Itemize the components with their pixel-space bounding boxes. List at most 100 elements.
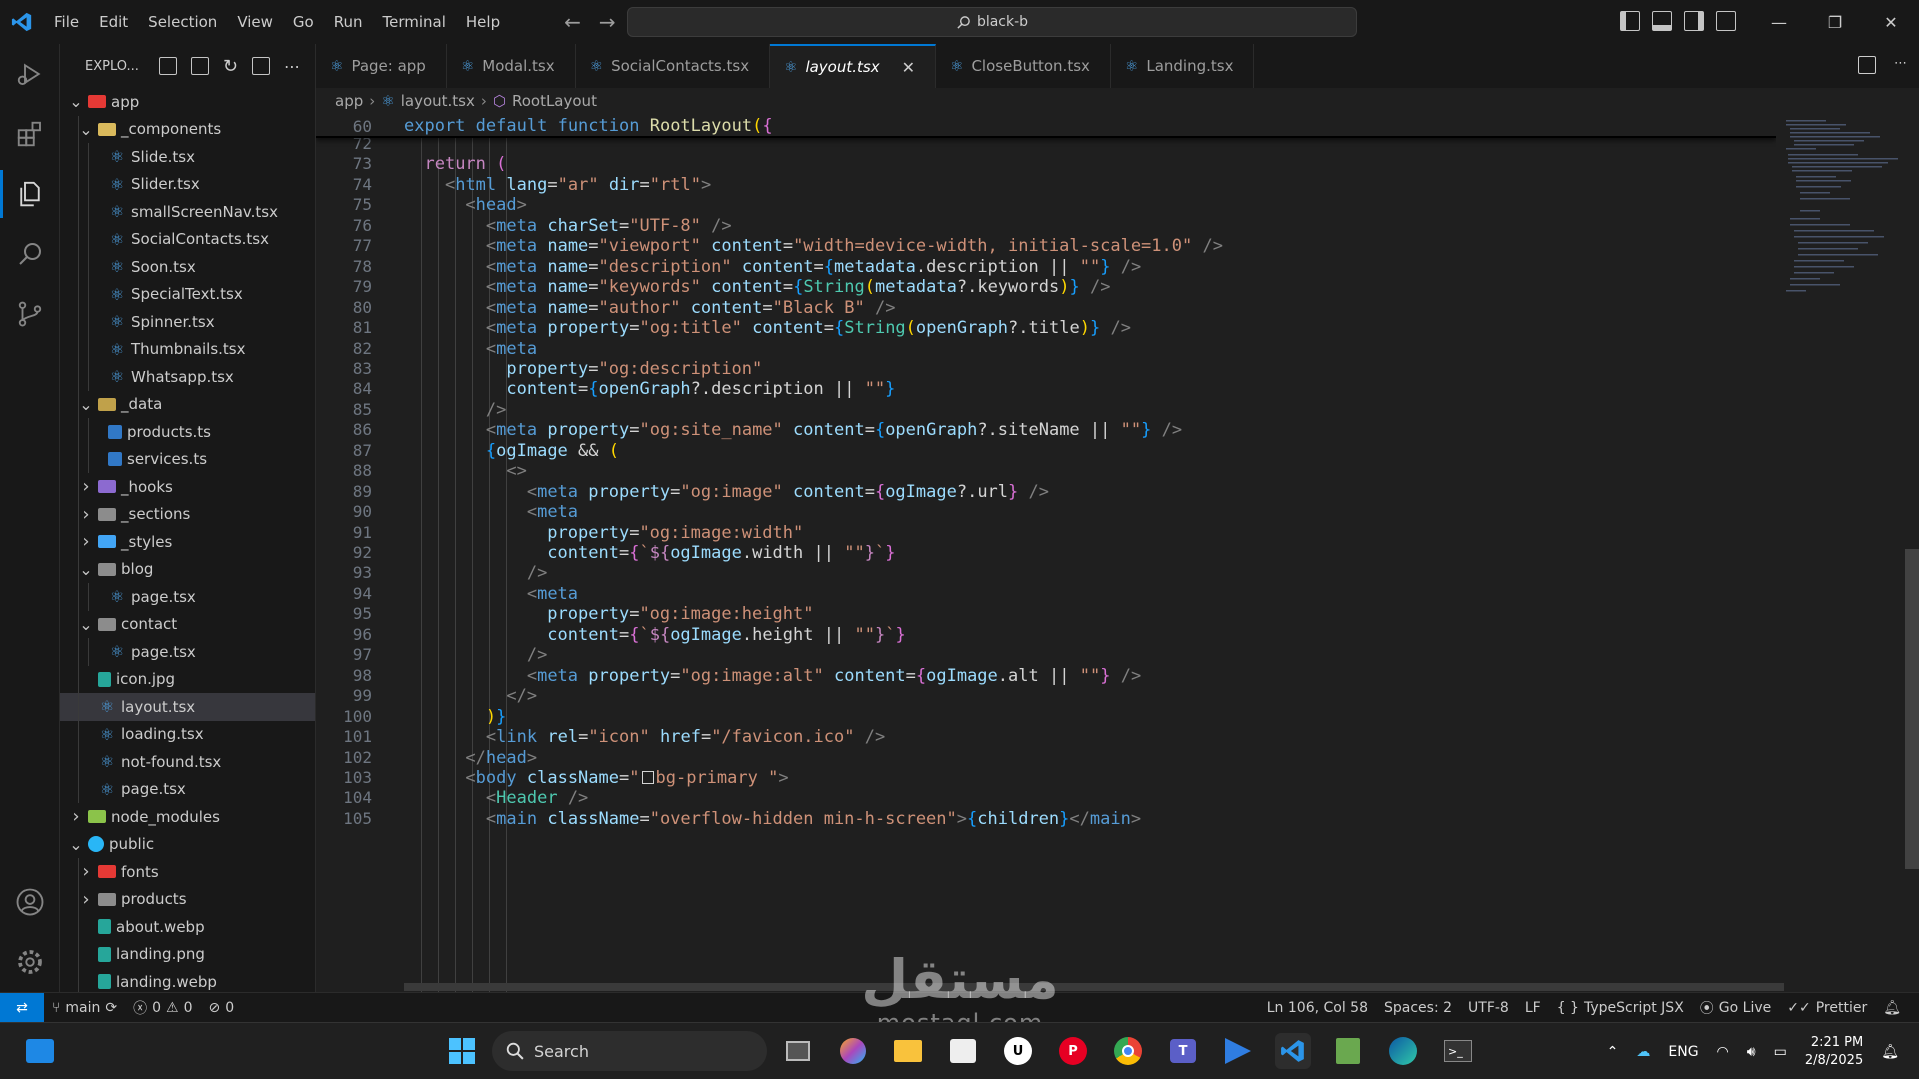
widgets-icon[interactable]	[22, 1033, 58, 1069]
chevron-right-icon[interactable]: ›	[78, 861, 94, 882]
sticky-scroll-line[interactable]: 60 export default function RootLayout({	[316, 114, 1776, 138]
tree-folder[interactable]: › products	[60, 885, 315, 913]
code-line[interactable]: 91 property="og:image:width"	[316, 523, 1776, 543]
tree-folder[interactable]: ⌄ public	[60, 831, 315, 859]
code-line[interactable]: 95 property="og:image:height"	[316, 604, 1776, 624]
close-window-icon[interactable]: ✕	[1863, 0, 1919, 44]
code-line[interactable]: 101 <link rel="icon" href="/favicon.ico"…	[316, 727, 1776, 747]
menu-view[interactable]: View	[227, 0, 283, 44]
search-view-icon[interactable]	[0, 224, 60, 284]
chrome-icon[interactable]	[1110, 1033, 1146, 1069]
code-line[interactable]: 86 <meta property="og:site_name" content…	[316, 420, 1776, 440]
split-editor-icon[interactable]	[1858, 56, 1876, 74]
tree-file[interactable]: ⚛ not-found.tsx	[60, 748, 315, 776]
code-line[interactable]: 97 />	[316, 645, 1776, 665]
breadcrumb-symbol[interactable]: RootLayout	[512, 92, 597, 110]
code-line[interactable]: 102 </head>	[316, 748, 1776, 768]
chevron-right-icon[interactable]: ›	[78, 889, 94, 910]
command-center-search[interactable]: black-b	[627, 7, 1357, 37]
edge-icon[interactable]	[1385, 1033, 1421, 1069]
app-u-icon[interactable]: U	[1000, 1033, 1036, 1069]
code-line[interactable]: 75 <head>	[316, 195, 1776, 215]
code-line[interactable]: 76 <meta charSet="UTF-8" />	[316, 216, 1776, 236]
editor-tab[interactable]: ⚛ SocialContacts.tsx	[576, 44, 771, 88]
indentation[interactable]: Spaces: 2	[1376, 1000, 1460, 1016]
explorer-icon[interactable]	[0, 164, 60, 224]
chevron-right-icon[interactable]: ›	[78, 504, 94, 525]
chevron-down-icon[interactable]: ⌄	[68, 835, 84, 854]
chevron-down-icon[interactable]: ⌄	[78, 395, 94, 414]
code-line[interactable]: 105 <main className="overflow-hidden min…	[316, 809, 1776, 829]
tree-folder[interactable]: › node_modules	[60, 803, 315, 831]
code-line[interactable]: 93 />	[316, 563, 1776, 583]
code-line[interactable]: 100 )}	[316, 707, 1776, 727]
code-line[interactable]: 79 <meta name="keywords" content={String…	[316, 277, 1776, 297]
tree-file[interactable]: ⚛ SocialContacts.tsx	[60, 225, 315, 253]
tree-file[interactable]: ⚛ SpecialText.tsx	[60, 280, 315, 308]
menu-edit[interactable]: Edit	[89, 0, 138, 44]
code-line[interactable]: 99 </>	[316, 686, 1776, 706]
code-line[interactable]: 92 content={`${ogImage.width || ""}`}	[316, 543, 1776, 563]
power-automate-icon[interactable]	[1220, 1033, 1256, 1069]
editor-more-actions-icon[interactable]: ⋯	[1894, 56, 1907, 74]
toggle-panel-icon[interactable]	[1652, 11, 1672, 31]
show-hidden-icons-icon[interactable]: ⌃	[1607, 1044, 1619, 1060]
tree-file[interactable]: about.webp	[60, 913, 315, 941]
task-view-icon[interactable]	[780, 1033, 816, 1069]
battery-icon[interactable]: ▭	[1774, 1044, 1787, 1060]
chevron-down-icon[interactable]: ⌄	[78, 120, 94, 139]
branch-indicator[interactable]: ⑂ main ⟳	[44, 1000, 125, 1016]
code-line[interactable]: 104 <Header />	[316, 788, 1776, 808]
tree-folder[interactable]: ⌄ _components	[60, 115, 315, 143]
tree-file[interactable]: ⚛ layout.tsx	[60, 693, 315, 721]
tree-file[interactable]: products.ts	[60, 418, 315, 446]
go-live-button[interactable]: ⦿ Go Live	[1692, 998, 1779, 1018]
customize-layout-icon[interactable]	[1716, 11, 1736, 31]
menu-selection[interactable]: Selection	[138, 0, 227, 44]
tree-file[interactable]: ⚛ Whatsapp.tsx	[60, 363, 315, 391]
menu-terminal[interactable]: Terminal	[373, 0, 456, 44]
scrollbar-thumb[interactable]	[1905, 549, 1919, 869]
code-line[interactable]: 84 content={openGraph?.description || ""…	[316, 379, 1776, 399]
code-line[interactable]: 82 <meta	[316, 339, 1776, 359]
volume-icon[interactable]: 🔊︎	[1747, 1044, 1756, 1060]
notifications-bell-icon[interactable]: 🔔︎	[1875, 1000, 1909, 1016]
tree-file[interactable]: ⚛ Thumbnails.tsx	[60, 335, 315, 363]
chevron-right-icon[interactable]: ›	[68, 806, 84, 827]
minimap[interactable]	[1776, 114, 1904, 992]
prettier-button[interactable]: ✓✓ Prettier	[1779, 1000, 1875, 1016]
tree-folder[interactable]: › _sections	[60, 500, 315, 528]
tree-folder[interactable]: ⌄ blog	[60, 555, 315, 583]
editor-tab[interactable]: ⚛ Modal.tsx	[447, 44, 576, 88]
tree-file[interactable]: ⚛ Soon.tsx	[60, 253, 315, 281]
vertical-scrollbar[interactable]	[1905, 114, 1919, 992]
tree-file[interactable]: ⚛ Spinner.tsx	[60, 308, 315, 336]
code-line[interactable]: 78 <meta name="description" content={met…	[316, 257, 1776, 277]
tree-file[interactable]: ⚛ page.tsx	[60, 775, 315, 803]
more-actions-icon[interactable]: ⋯	[284, 57, 300, 76]
code-line[interactable]: 77 <meta name="viewport" content="width=…	[316, 236, 1776, 256]
refresh-icon[interactable]: ↻	[223, 56, 238, 77]
tree-file[interactable]: icon.jpg	[60, 665, 315, 693]
tree-file[interactable]: services.ts	[60, 445, 315, 473]
tree-folder[interactable]: › _hooks	[60, 473, 315, 501]
code-line[interactable]: 81 <meta property="og:title" content={St…	[316, 318, 1776, 338]
code-line[interactable]: 87 {ogImage && (	[316, 441, 1776, 461]
tree-folder[interactable]: ⌄ _data	[60, 390, 315, 418]
forward-arrow-icon[interactable]: →	[599, 10, 616, 34]
menu-file[interactable]: File	[44, 0, 89, 44]
source-control-icon[interactable]	[0, 284, 60, 344]
taskbar-search-box[interactable]: Search	[492, 1031, 767, 1071]
breadcrumb-folder[interactable]: app	[335, 92, 363, 110]
code-editor[interactable]: 60 export default function RootLayout({72…	[316, 114, 1776, 992]
toggle-secondary-sidebar-icon[interactable]	[1684, 11, 1704, 31]
breadcrumb-file[interactable]: layout.tsx	[401, 92, 475, 110]
code-line[interactable]: 89 <meta property="og:image" content={og…	[316, 482, 1776, 502]
code-line[interactable]: 73 return (	[316, 154, 1776, 174]
menu-run[interactable]: Run	[324, 0, 373, 44]
code-line[interactable]: 94 <meta	[316, 584, 1776, 604]
tree-folder[interactable]: › fonts	[60, 858, 315, 886]
toggle-primary-sidebar-icon[interactable]	[1620, 11, 1640, 31]
chevron-down-icon[interactable]: ⌄	[78, 560, 94, 579]
chevron-down-icon[interactable]: ⌄	[68, 92, 84, 111]
